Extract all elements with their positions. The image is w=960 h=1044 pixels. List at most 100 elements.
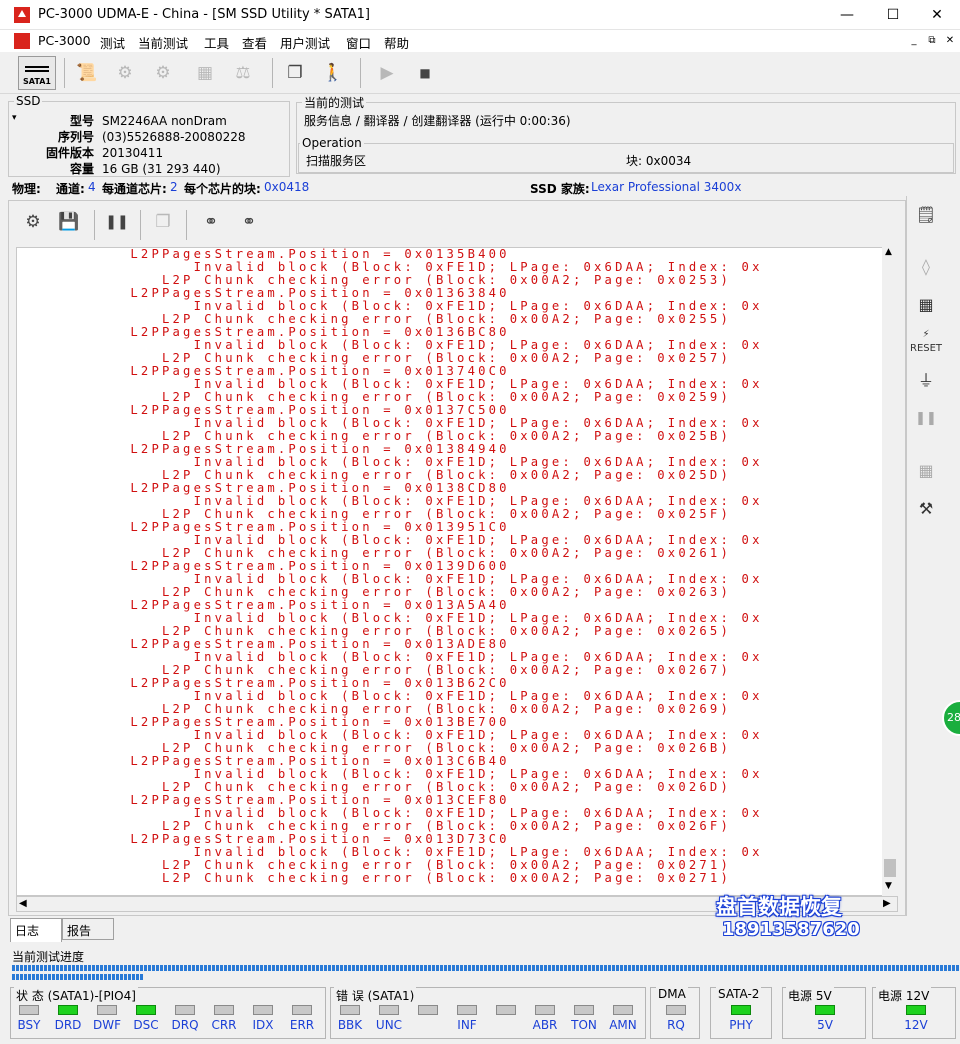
minimize-button[interactable]: —: [824, 0, 870, 30]
board-icon[interactable]: ▦: [910, 290, 942, 320]
blocks-value: 0x0418: [264, 180, 310, 194]
dma-rq-label: RQ: [667, 1018, 685, 1032]
error-amn-label: AMN: [609, 1018, 637, 1032]
chips-value: 2: [170, 180, 178, 194]
chip-gears-icon[interactable]: ⚙: [146, 56, 180, 90]
pause-side-icon[interactable]: ❚❚: [910, 404, 942, 434]
menu-help[interactable]: 帮助: [384, 33, 409, 52]
state-idx-led: [253, 1005, 273, 1015]
error-inf-led: [457, 1005, 477, 1015]
id-card-icon[interactable]: 🗒: [910, 200, 942, 230]
mdi-restore-icon[interactable]: ⧉: [924, 34, 940, 48]
app-logo-icon: [14, 7, 30, 23]
tab-log[interactable]: 日志: [10, 918, 62, 942]
menu-test[interactable]: 测试: [100, 33, 125, 52]
settings-gear-icon[interactable]: ⚙: [16, 205, 50, 239]
menu-bar: PC-3000 测试 当前测试 工具 查看 用户测试 窗口 帮助: [0, 30, 960, 52]
power-12v-led: [906, 1005, 926, 1015]
app-menu-icon[interactable]: [14, 33, 30, 49]
state-drq-label: DRQ: [171, 1018, 199, 1032]
scroll-icon[interactable]: 📜: [70, 56, 104, 90]
scroll-left-icon[interactable]: ◀: [19, 898, 27, 909]
gear-icon[interactable]: ⚙: [108, 56, 142, 90]
windows-icon[interactable]: ❐: [278, 56, 312, 90]
walk-icon[interactable]: 🚶: [316, 56, 350, 90]
power-5v-led: [815, 1005, 835, 1015]
error-bbk-led: [340, 1005, 360, 1015]
error-blank2-led: [418, 1005, 438, 1015]
toolbar: SATA1 📜 ⚙ ⚙ ▦ ⚖ ❐ 🚶 ▶ ■: [0, 52, 960, 94]
state-crr-label: CRR: [211, 1018, 237, 1032]
watermark-name: 盘首数据恢复: [716, 895, 842, 919]
toolbar-separator: [94, 210, 95, 240]
geometry-status-line: 物理: 通道: 4 每通道芯片: 2 每个芯片的块: 0x0418 SSD 家族…: [12, 180, 952, 196]
ssd-legend: SSD: [14, 94, 43, 108]
save-disk-icon[interactable]: 💾: [52, 205, 86, 239]
state-err-led: [292, 1005, 312, 1015]
menu-window[interactable]: 窗口: [346, 33, 371, 52]
state-drd-label: DRD: [54, 1018, 82, 1032]
tab-report[interactable]: 报告: [62, 918, 114, 940]
toolbar-separator: [272, 58, 273, 88]
scroll-thumb[interactable]: [884, 859, 896, 877]
stop-icon[interactable]: ■: [408, 56, 442, 90]
tools-icon[interactable]: ⚒: [910, 494, 942, 524]
dma-rq-led: [666, 1005, 686, 1015]
copy-icon[interactable]: ❐: [146, 205, 180, 239]
scroll-down-icon[interactable]: ▼: [885, 881, 892, 891]
watermark-phone: 18913587620: [722, 919, 860, 940]
log-line: L2P Chunk checking error (Block: 0x00A2;…: [25, 871, 732, 885]
error-inf-label: INF: [457, 1018, 477, 1032]
menu-user-test[interactable]: 用户测试: [280, 33, 330, 52]
menu-tools[interactable]: 工具: [204, 33, 229, 52]
family-label: SSD 家族:: [530, 182, 590, 196]
error-bbk-label: BBK: [337, 1018, 363, 1032]
pause-icon[interactable]: ❚❚: [100, 205, 134, 239]
right-toolbar-border: [906, 196, 907, 916]
window-title: PC-3000 UDMA-E - China - [SM SSD Utility…: [38, 7, 370, 22]
mdi-close-icon[interactable]: ✕: [942, 34, 958, 48]
chip-icon[interactable]: ▦: [188, 56, 222, 90]
log-vertical-scrollbar[interactable]: ▲ ▼: [882, 247, 898, 896]
state-dwf-label: DWF: [92, 1018, 121, 1032]
sata2-legend: SATA-2: [716, 987, 762, 1001]
current-test-legend: 当前的测试: [302, 94, 367, 111]
ssd-model-label: 型号: [69, 114, 94, 128]
ssd-model-value: SM2246AA nonDram: [102, 114, 227, 128]
menu-view[interactable]: 查看: [242, 33, 267, 52]
menu-pc3000[interactable]: PC-3000: [38, 33, 91, 48]
log-text: L2PPagesStream.Position = 0x0135B400 Inv…: [25, 248, 763, 885]
menu-current-test[interactable]: 当前测试: [138, 33, 188, 52]
progress-bar: [12, 965, 960, 971]
state-drd-led: [58, 1005, 78, 1015]
dma-legend: DMA: [656, 987, 688, 1001]
reset-icon[interactable]: ⚡ RESET: [910, 328, 942, 358]
scroll-right-icon[interactable]: ▶: [883, 898, 891, 909]
floating-badge[interactable]: 28: [942, 700, 960, 736]
maximize-button[interactable]: ☐: [870, 0, 916, 30]
state-drq-led: [175, 1005, 195, 1015]
mdi-minimize-icon[interactable]: _: [906, 34, 922, 48]
error-blank4-led: [496, 1005, 516, 1015]
sound-icon[interactable]: ◊: [910, 252, 942, 282]
scroll-up-icon[interactable]: ▲: [885, 247, 892, 257]
binoculars-next-icon[interactable]: ⚭: [232, 205, 266, 239]
ssd-capacity-value: 16 GB (31 293 440): [102, 162, 221, 176]
binoculars-icon[interactable]: ⚭: [194, 205, 228, 239]
toolbar-separator: [140, 210, 141, 240]
chip-side-icon[interactable]: ▦: [910, 456, 942, 486]
scale-icon[interactable]: ⚖: [226, 56, 260, 90]
log-view[interactable]: L2PPagesStream.Position = 0x0135B400 Inv…: [16, 247, 898, 896]
sata-port-button[interactable]: SATA1: [18, 56, 56, 90]
state-bsy-label: BSY: [17, 1018, 41, 1032]
play-icon[interactable]: ▶: [370, 56, 404, 90]
state-idx-label: IDX: [252, 1018, 274, 1032]
sata-port-label: SATA1: [23, 77, 51, 86]
error-ton-label: TON: [571, 1018, 597, 1032]
power-plug-icon[interactable]: ⏚: [910, 366, 942, 396]
chips-label: 每通道芯片:: [102, 182, 167, 196]
family-value: Lexar Professional 3400x: [591, 180, 742, 194]
operation-value: 扫描服务区: [306, 154, 367, 168]
sata2-phy-led: [731, 1005, 751, 1015]
close-button[interactable]: ✕: [914, 0, 960, 30]
